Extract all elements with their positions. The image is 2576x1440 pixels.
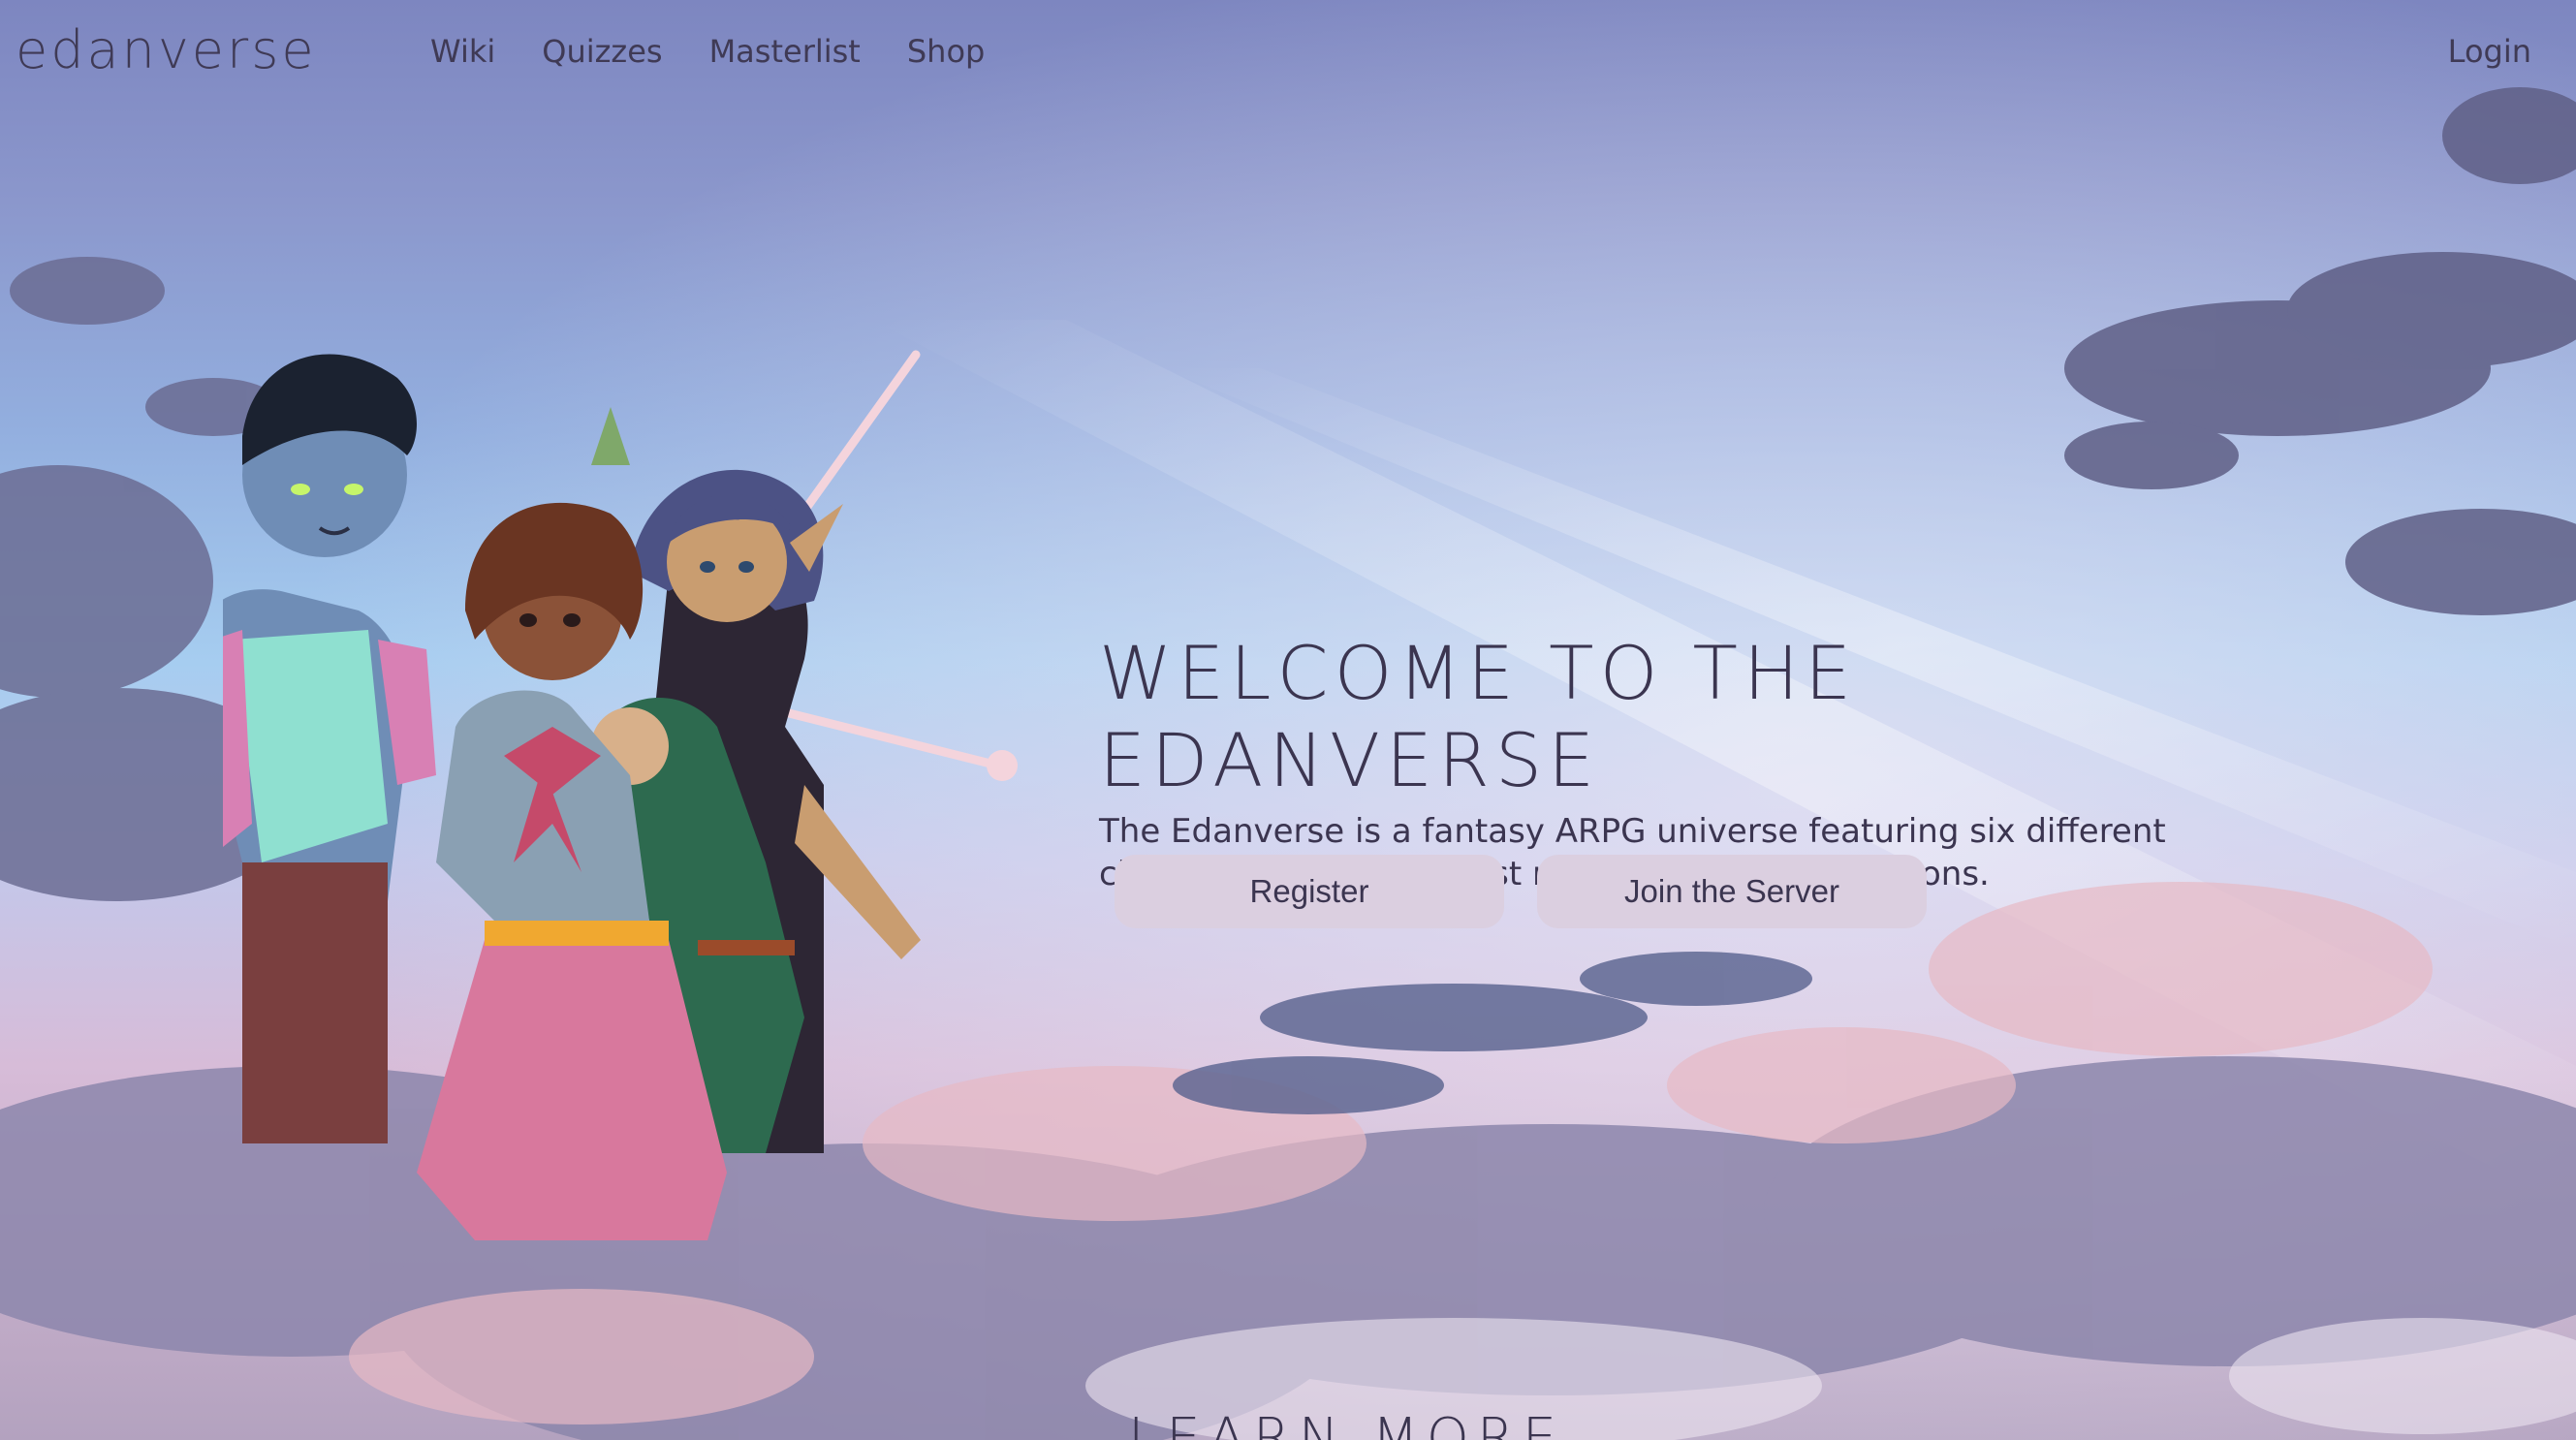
register-button[interactable]: Register xyxy=(1115,855,1504,928)
login-link[interactable]: Login xyxy=(2448,33,2531,70)
nav-link-quizzes[interactable]: Quizzes xyxy=(542,33,662,70)
hero-illustration xyxy=(223,350,1018,1240)
character-left xyxy=(223,354,436,1143)
hero-buttons: Register Join the Server xyxy=(1115,855,1927,928)
learn-more-heading[interactable]: Learn More xyxy=(1128,1407,1564,1440)
join-server-button[interactable]: Join the Server xyxy=(1537,855,1927,928)
page: edanverse Wiki Quizzes Masterlist Shop L… xyxy=(0,0,2576,1440)
constellation-star xyxy=(987,750,1018,781)
nav-link-wiki[interactable]: Wiki xyxy=(430,33,495,70)
nav-link-masterlist[interactable]: Masterlist xyxy=(709,33,861,70)
top-navigation: edanverse Wiki Quizzes Masterlist Shop L… xyxy=(0,0,2576,105)
nav-link-shop[interactable]: Shop xyxy=(907,33,985,70)
nav-links: Wiki Quizzes Masterlist Shop xyxy=(430,33,985,70)
site-logo[interactable]: edanverse xyxy=(16,19,317,80)
hero-title: Welcome to the Edanverse xyxy=(1099,630,1858,803)
